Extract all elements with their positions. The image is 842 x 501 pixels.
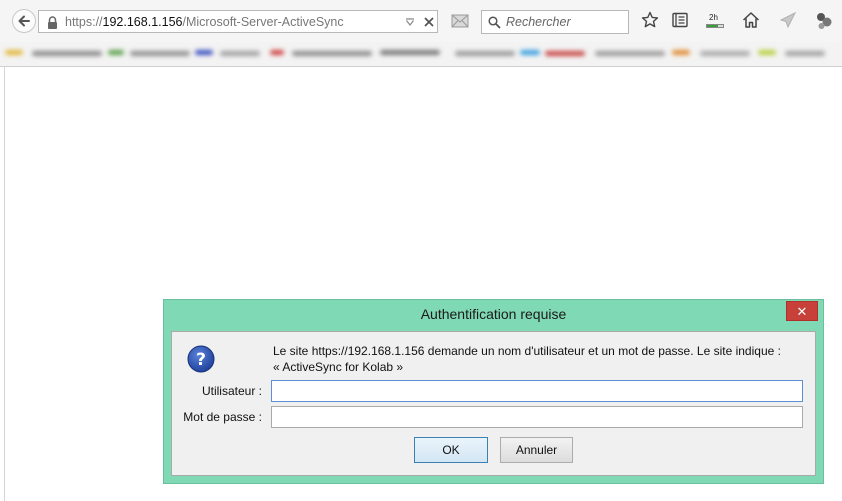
bookmark-star-icon[interactable] xyxy=(641,11,659,29)
cancel-button[interactable]: Annuler xyxy=(500,437,573,463)
username-field[interactable] xyxy=(271,380,803,402)
auth-dialog: Authentification requise ✕ ? Le site htt… xyxy=(163,299,824,484)
timer-label: 2h xyxy=(709,13,718,22)
url-prefix: https:// xyxy=(65,15,103,29)
search-bar[interactable] xyxy=(481,10,629,34)
timer-progress-fill xyxy=(707,25,719,27)
url-bar[interactable]: https://192.168.1.156/Microsoft-Server-A… xyxy=(38,10,438,33)
send-icon[interactable] xyxy=(779,11,797,29)
message-line-1: Le site https://192.168.1.156 demande un… xyxy=(273,344,781,358)
dialog-close-button[interactable]: ✕ xyxy=(786,301,818,321)
dialog-body: ? Le site https://192.168.1.156 demande … xyxy=(171,331,816,476)
home-icon[interactable] xyxy=(742,11,760,29)
password-label: Mot de passe : xyxy=(183,410,262,424)
back-arrow-icon xyxy=(18,15,30,27)
username-label: Utilisateur : xyxy=(201,384,262,398)
url-host: 192.168.1.156 xyxy=(102,15,183,29)
timer-progress-bar[interactable] xyxy=(706,24,724,28)
url-text[interactable]: https://192.168.1.156/Microsoft-Server-A… xyxy=(65,15,344,29)
password-field[interactable] xyxy=(271,406,803,428)
lock-icon xyxy=(48,16,57,29)
reading-list-icon[interactable] xyxy=(671,11,689,29)
search-input[interactable] xyxy=(506,14,624,30)
history-dropdown-icon[interactable] xyxy=(405,18,415,26)
search-icon xyxy=(488,16,501,29)
extension-icon[interactable] xyxy=(814,11,834,31)
stop-icon[interactable] xyxy=(423,16,435,28)
blurred-bookmarks xyxy=(0,42,842,66)
back-button[interactable] xyxy=(12,9,36,33)
url-path: /Microsoft-Server-ActiveSync xyxy=(182,15,344,29)
envelope-icon[interactable] xyxy=(451,14,469,28)
svg-text:?: ? xyxy=(196,350,206,370)
dialog-title: Authentification requise xyxy=(420,306,567,322)
message-line-2: « ActiveSync for Kolab » xyxy=(273,360,404,374)
browser-toolbar: https://192.168.1.156/Microsoft-Server-A… xyxy=(0,0,842,42)
dialog-message: Le site https://192.168.1.156 demande un… xyxy=(273,343,793,375)
ok-button[interactable]: OK xyxy=(414,437,488,463)
bookmarks-bar xyxy=(0,42,842,67)
question-icon: ? xyxy=(187,345,215,373)
